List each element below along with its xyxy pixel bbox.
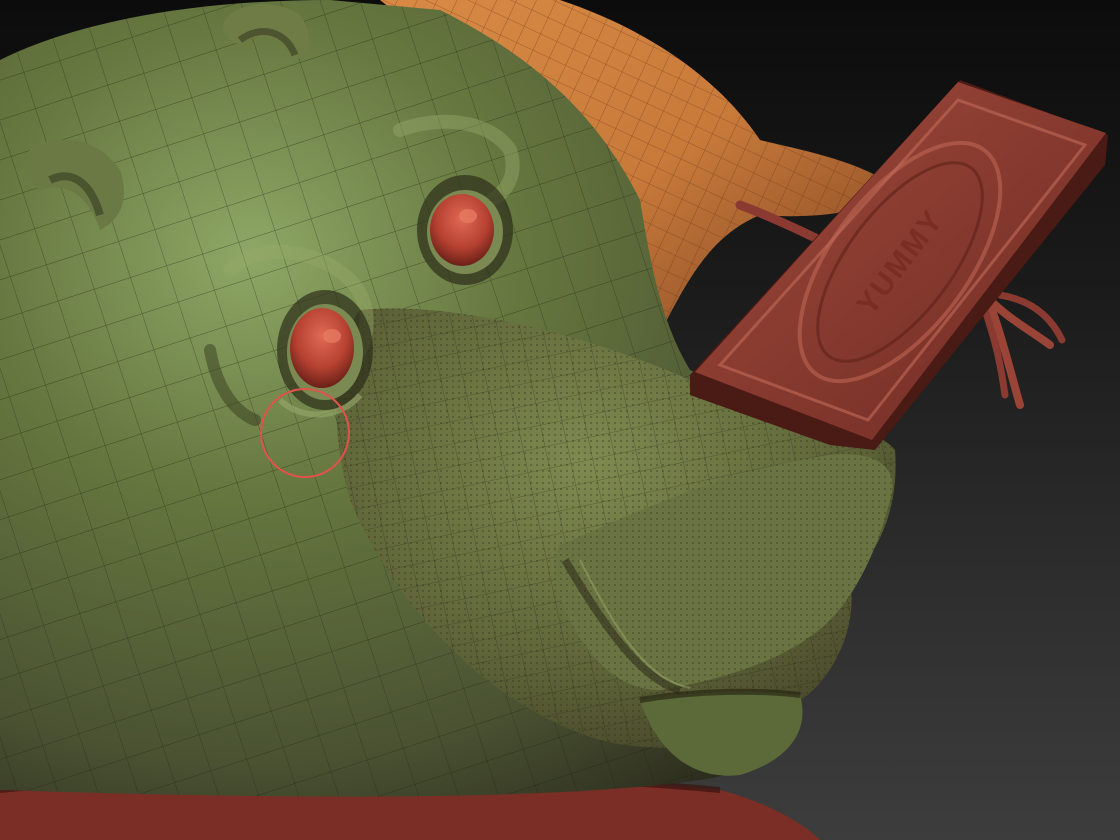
upper-eye — [417, 175, 513, 285]
sculpt-scene[interactable]: YUMMY — [0, 0, 1120, 840]
zbrush-viewport[interactable]: YUMMY — [0, 0, 1120, 840]
